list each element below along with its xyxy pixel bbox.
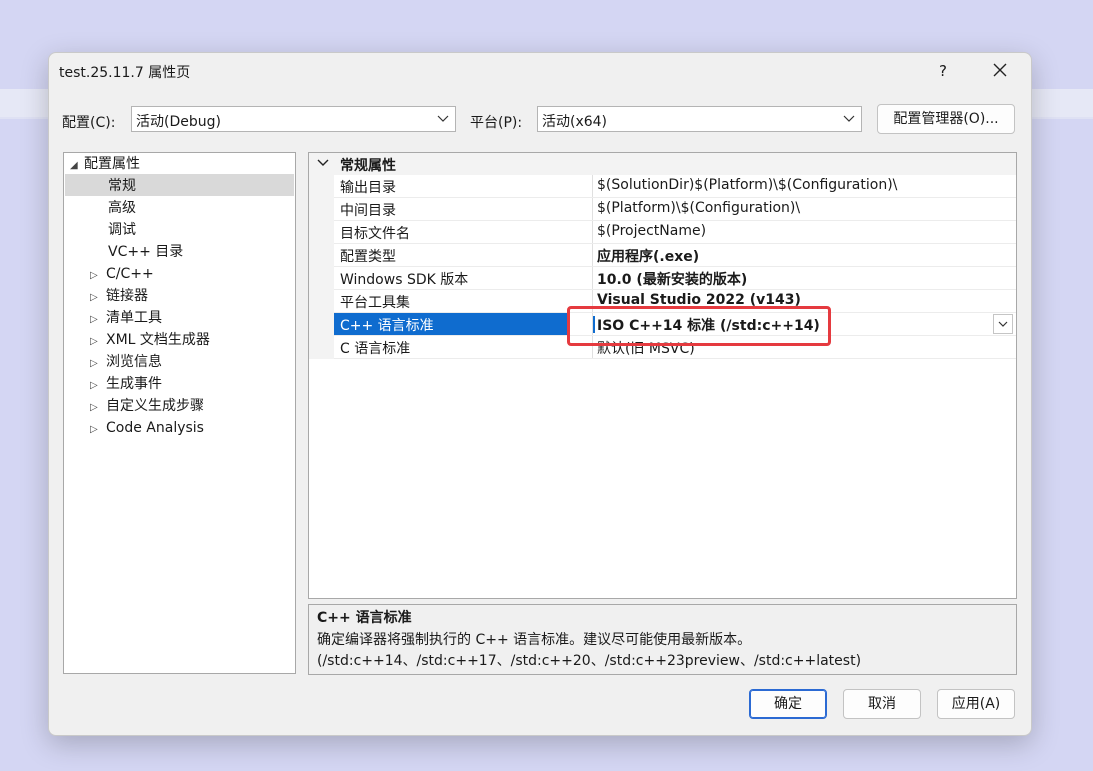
config-manager-button[interactable]: 配置管理器(O)... — [877, 104, 1015, 134]
tree-root-label: 配置属性 — [84, 156, 140, 172]
tree-item[interactable]: 调试 — [108, 219, 136, 241]
tree-selection — [65, 174, 294, 196]
column-divider — [592, 198, 593, 220]
property-name: 目标文件名 — [340, 226, 410, 242]
collapsed-triangle-icon: ▷ — [90, 270, 98, 281]
cancel-button[interactable]: 取消 — [843, 689, 921, 719]
platform-combo[interactable]: 活动(x64) — [537, 106, 862, 132]
property-tree: ◢ 配置属性 常规高级调试 VC++ 目录 ▷ C/C++ ▷ 链接器 ▷ 清单工具 ▷ XML 文… — [63, 152, 296, 674]
platform-label: 平台(P): — [470, 115, 523, 131]
config-combo-value: 活动(Debug) — [136, 114, 221, 130]
property-name: C 语言标准 — [340, 341, 411, 357]
property-row[interactable]: 目标文件名 $(ProjectName) — [334, 221, 1016, 244]
property-name: C++ 语言标准 — [340, 318, 434, 334]
collapsed-triangle-icon: ▷ — [90, 314, 98, 325]
title-bar: test.25.11.7 属性页 ? — [49, 53, 1031, 91]
grid-section-title: 常规属性 — [340, 158, 396, 174]
tree-item[interactable]: ▷ 清单工具 — [90, 307, 162, 329]
chevron-down-icon — [317, 159, 329, 166]
chevron-down-icon — [998, 321, 1008, 327]
tree-item-label: 调试 — [108, 222, 136, 238]
collapsed-triangle-icon: ▷ — [90, 336, 98, 347]
property-name: 输出目录 — [340, 180, 396, 196]
property-name: 平台工具集 — [340, 295, 410, 311]
property-value[interactable]: 10.0 (最新安装的版本) — [597, 269, 747, 289]
platform-combo-value: 活动(x64) — [542, 114, 608, 130]
property-value[interactable]: 应用程序(.exe) — [597, 246, 699, 266]
close-button[interactable] — [979, 53, 1023, 89]
collapsed-triangle-icon: ▷ — [90, 380, 98, 391]
tree-item-label: Code Analysis — [106, 420, 204, 436]
property-value[interactable]: $(Platform)\$(Configuration)\ — [597, 200, 800, 216]
collapsed-triangle-icon: ▷ — [90, 292, 98, 303]
apply-button[interactable]: 应用(A) — [937, 689, 1015, 719]
tree-item[interactable]: ▷ XML 文档生成器 — [90, 329, 210, 351]
description-panel: C++ 语言标准 确定编译器将强制执行的 C++ 语言标准。建议尽可能使用最新版… — [308, 604, 1017, 675]
tree-root-config-properties[interactable]: ◢ 配置属性 — [70, 153, 140, 175]
property-value[interactable]: $(ProjectName) — [597, 223, 706, 239]
property-row[interactable]: 中间目录 $(Platform)\$(Configuration)\ — [334, 198, 1016, 221]
expanded-triangle-icon: ◢ — [70, 160, 78, 171]
red-highlight-box — [567, 306, 831, 346]
property-value[interactable]: $(SolutionDir)$(Platform)\$(Configuratio… — [597, 177, 897, 193]
ok-button[interactable]: 确定 — [749, 689, 827, 719]
help-button[interactable]: ? — [921, 53, 965, 89]
tree-item[interactable]: 常规 — [108, 175, 136, 197]
chevron-down-icon — [843, 115, 855, 122]
tree-item-label: 常规 — [108, 178, 136, 194]
tree-item-label: 生成事件 — [106, 376, 162, 392]
tree-item[interactable]: ▷ 生成事件 — [90, 373, 162, 395]
tree-item[interactable]: 高级 — [108, 197, 136, 219]
tree-item-label: 自定义生成步骤 — [106, 398, 204, 414]
window-title: test.25.11.7 属性页 — [59, 65, 191, 81]
column-divider — [592, 267, 593, 289]
close-icon — [993, 63, 1007, 77]
tree-item-label: 清单工具 — [106, 310, 162, 326]
tree-item-label: 链接器 — [106, 288, 148, 304]
property-pages-dialog: test.25.11.7 属性页 ? 配置(C): 活动(Debug) 平台(P… — [48, 52, 1032, 736]
tree-item[interactable]: ▷ 链接器 — [90, 285, 148, 307]
tree-item[interactable]: ▷ 自定义生成步骤 — [90, 395, 204, 417]
config-label: 配置(C): — [62, 115, 116, 131]
grid-section-header[interactable]: 常规属性 — [309, 153, 1016, 175]
property-row[interactable]: 输出目录 $(SolutionDir)$(Platform)\$(Configur… — [334, 175, 1016, 198]
tree-item[interactable]: VC++ 目录 — [108, 241, 183, 263]
config-combo[interactable]: 活动(Debug) — [131, 106, 456, 132]
property-name: Windows SDK 版本 — [340, 272, 469, 288]
property-grid: 常规属性 输出目录 $(SolutionDir)$(Platform)\$(Con… — [308, 152, 1017, 599]
column-divider — [592, 175, 593, 197]
tree-item[interactable]: ▷ 浏览信息 — [90, 351, 162, 373]
tree-item-label: 高级 — [108, 200, 136, 216]
column-divider — [592, 244, 593, 266]
property-name: 中间目录 — [340, 203, 396, 219]
chevron-down-icon — [437, 115, 449, 122]
collapsed-triangle-icon: ▷ — [90, 424, 98, 435]
tree-item-label: C/C++ — [106, 266, 154, 282]
tree-item[interactable]: ▷ Code Analysis — [90, 417, 204, 439]
tree-item-label: VC++ 目录 — [108, 244, 184, 260]
column-divider — [592, 221, 593, 243]
grid-left-margin — [309, 175, 334, 359]
property-name: 配置类型 — [340, 249, 396, 265]
property-row[interactable]: Windows SDK 版本 10.0 (最新安装的版本) — [334, 267, 1016, 290]
collapsed-triangle-icon: ▷ — [90, 358, 98, 369]
description-text: 确定编译器将强制执行的 C++ 语言标准。建议尽可能使用最新版本。(/std:c… — [317, 632, 862, 669]
tree-item-label: 浏览信息 — [106, 354, 162, 370]
collapsed-triangle-icon: ▷ — [90, 402, 98, 413]
tree-item-label: XML 文档生成器 — [106, 332, 210, 348]
value-dropdown-button[interactable] — [993, 314, 1013, 334]
tree-item[interactable]: ▷ C/C++ — [90, 263, 154, 285]
property-row[interactable]: 配置类型 应用程序(.exe) — [334, 244, 1016, 267]
description-title: C++ 语言标准 — [317, 610, 412, 626]
